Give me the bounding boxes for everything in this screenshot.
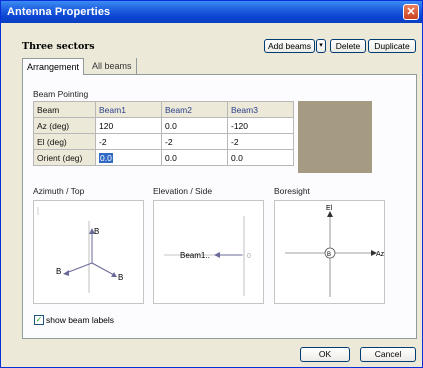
tab-arrangement[interactable]: Arrangement	[22, 58, 85, 75]
table-cell[interactable]: 0.0	[161, 149, 228, 166]
delete-button[interactable]: Delete	[330, 39, 366, 53]
row-header: Az (deg)	[33, 117, 96, 134]
table-cell[interactable]: 0.0	[227, 149, 294, 166]
beam-label: B	[327, 252, 331, 258]
selected-cell-text[interactable]: 0.0	[99, 152, 113, 163]
elevation-view-label: Elevation / Side	[153, 186, 213, 196]
elevation-tick-label: 0	[247, 253, 251, 260]
row-header: Orient (deg)	[33, 149, 96, 166]
row-header: El (deg)	[33, 133, 96, 150]
beam-label: B	[56, 267, 61, 276]
table-row: Az (deg) 120 0.0 -120	[33, 117, 294, 134]
window-title: Antenna Properties	[7, 6, 111, 18]
table-row: El (deg) -2 -2 -2	[33, 133, 294, 150]
table-cell[interactable]: 120	[95, 117, 162, 134]
azimuth-plot: B B B	[37, 207, 123, 293]
beam-arrowhead	[214, 252, 220, 258]
beam-pointing-label: Beam Pointing	[33, 89, 89, 99]
table-cell-selected[interactable]: 0.0	[95, 149, 162, 166]
beam-arrowhead	[111, 272, 117, 277]
column-header[interactable]: Beam1	[95, 101, 162, 118]
beam-label: B	[118, 273, 123, 282]
azimuth-view-label: Azimuth / Top	[33, 186, 85, 196]
column-header[interactable]: Beam3	[227, 101, 294, 118]
elevation-view[interactable]: Beam1.. 0	[153, 200, 264, 304]
table-row: Orient (deg) 0.0 0.0 0.0	[33, 149, 294, 166]
azimuth-view[interactable]: B B B	[33, 200, 144, 304]
boresight-view-label: Boresight	[274, 186, 310, 196]
beam-pointing-table: Beam Beam1 Beam2 Beam3 Az (deg) 120 0.0 …	[33, 101, 294, 166]
table-cell[interactable]: -120	[227, 117, 294, 134]
table-empty-area	[298, 101, 372, 173]
beam-line	[91, 262, 115, 276]
beam-line	[65, 262, 93, 274]
show-beam-labels-checkbox[interactable]: ✓	[34, 315, 44, 325]
add-beams-dropdown-button[interactable]: ▾	[316, 39, 326, 53]
column-header: Beam	[33, 101, 96, 118]
cancel-button[interactable]: Cancel	[360, 347, 416, 362]
el-axis-label: El	[326, 205, 333, 212]
add-beams-button[interactable]: Add beams	[264, 39, 315, 53]
duplicate-button[interactable]: Duplicate	[368, 39, 416, 53]
column-header[interactable]: Beam2	[161, 101, 228, 118]
close-button[interactable]: ✕	[403, 4, 419, 20]
table-cell[interactable]: -2	[161, 133, 228, 150]
boresight-plot: El Az B	[285, 205, 385, 297]
table-cell[interactable]: 0.0	[161, 117, 228, 134]
table-cell[interactable]: -2	[95, 133, 162, 150]
tab-all-beams[interactable]: All beams	[88, 58, 137, 74]
boresight-view[interactable]: El Az B	[274, 200, 385, 304]
table-header-row: Beam Beam1 Beam2 Beam3	[33, 101, 294, 118]
elevation-plot: Beam1.. 0	[164, 216, 251, 296]
beam-label: Beam1..	[180, 251, 210, 260]
table-cell[interactable]: -2	[227, 133, 294, 150]
az-axis-label: Az	[376, 251, 385, 258]
antenna-name-title: Three sectors	[22, 41, 95, 52]
show-beam-labels-label[interactable]: show beam labels	[46, 315, 114, 325]
beam-arrowhead	[63, 270, 69, 276]
title-bar[interactable]: Antenna Properties ✕	[1, 1, 422, 23]
tab-strip: Arrangement All beams	[22, 58, 418, 75]
ok-button[interactable]: OK	[300, 347, 350, 362]
beam-label: B	[94, 227, 99, 236]
